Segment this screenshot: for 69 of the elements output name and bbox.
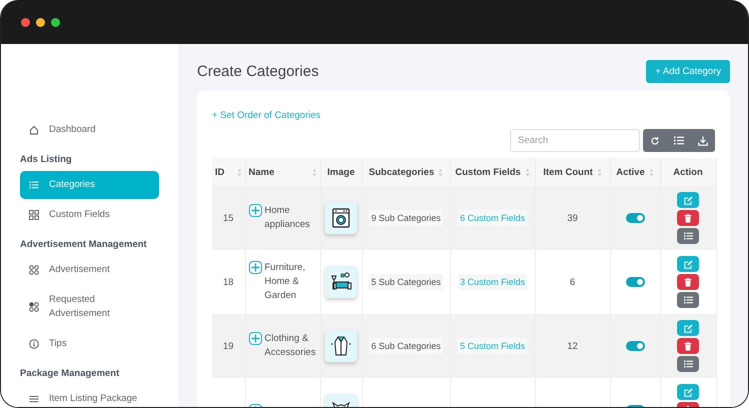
- table-cell: 12: [567, 340, 578, 352]
- edit-icon: [684, 196, 692, 204]
- trash-icon: [684, 278, 692, 286]
- sidebar-item[interactable]: Advertisement: [20, 256, 159, 284]
- subcategory-count: 5 Sub Categories: [369, 274, 443, 290]
- table-cell: 6: [570, 276, 576, 288]
- table-cell: 18: [222, 276, 234, 288]
- expand-button[interactable]: [248, 204, 262, 217]
- edit-button[interactable]: [677, 384, 699, 400]
- list-icon: [684, 296, 692, 304]
- column-header: Image: [327, 166, 355, 178]
- menu-icon: [29, 394, 39, 404]
- edit-button[interactable]: [677, 192, 699, 208]
- column-header[interactable]: ID: [215, 166, 224, 178]
- grid-icon: [29, 210, 39, 220]
- edit-icon: [684, 260, 692, 268]
- subcategory-count: 6 Sub Categories: [369, 338, 443, 354]
- plus-icon: [250, 206, 260, 215]
- edit-button[interactable]: [677, 256, 699, 272]
- table-cell: 15: [222, 212, 234, 224]
- info-icon: [29, 339, 39, 349]
- delete-button[interactable]: [677, 274, 699, 290]
- column-header: Action: [673, 166, 703, 178]
- refresh-icon: [650, 136, 660, 146]
- category-name: Furniture, Home & Garden: [264, 261, 306, 303]
- plus-icon: [250, 263, 260, 272]
- list-button[interactable]: [677, 292, 699, 308]
- list-button[interactable]: [677, 228, 699, 244]
- table-cell: 39: [567, 212, 578, 224]
- list-icon: [684, 232, 692, 240]
- sidebar-item[interactable]: Requested Advertisement: [20, 286, 159, 328]
- table-cell: 19: [222, 340, 234, 352]
- page-title: Create Categories: [197, 62, 319, 80]
- trash-icon: [684, 342, 692, 350]
- expand-button[interactable]: [248, 332, 262, 345]
- trash-icon: [684, 214, 692, 222]
- sidebar-item[interactable]: Tips: [20, 330, 159, 358]
- download-icon: [698, 136, 708, 146]
- edit-icon: [684, 324, 692, 332]
- sidebar-item[interactable]: Custom Fields: [20, 201, 159, 229]
- list-icon: [674, 136, 684, 145]
- sidebar-item[interactable]: Item Listing Package: [20, 385, 159, 407]
- home-icon: [29, 125, 39, 135]
- section-heading: Ads Listing: [20, 153, 73, 167]
- edit-button[interactable]: [677, 320, 699, 336]
- circles-icon: [29, 302, 39, 312]
- sidebar-item[interactable]: Dashboard: [20, 116, 159, 144]
- list-button[interactable]: [677, 356, 699, 372]
- search-field[interactable]: Search: [510, 129, 640, 152]
- expand-button[interactable]: [248, 261, 262, 274]
- minimize-dot-icon[interactable]: [36, 18, 45, 26]
- active-toggle[interactable]: [626, 340, 644, 351]
- column-header[interactable]: Name: [248, 166, 274, 178]
- edit-icon: [684, 388, 692, 396]
- active-toggle[interactable]: [626, 276, 644, 287]
- list-icon: [29, 180, 39, 190]
- list-icon: [684, 360, 692, 368]
- maximize-dot-icon[interactable]: [51, 18, 60, 26]
- section-heading: Package Management: [20, 367, 120, 381]
- subcategory-count: 9 Sub Categories: [369, 210, 443, 226]
- section-heading: Advertisement Management: [20, 238, 148, 252]
- active-toggle[interactable]: [626, 212, 644, 223]
- category-name: Home appliances: [264, 204, 311, 232]
- category-name: Clothing & Accessories: [264, 332, 316, 360]
- plus-icon: [250, 334, 260, 343]
- circles-icon: [29, 265, 39, 275]
- close-dot-icon[interactable]: [21, 18, 30, 26]
- delete-button[interactable]: [677, 338, 699, 354]
- delete-button[interactable]: [677, 210, 699, 226]
